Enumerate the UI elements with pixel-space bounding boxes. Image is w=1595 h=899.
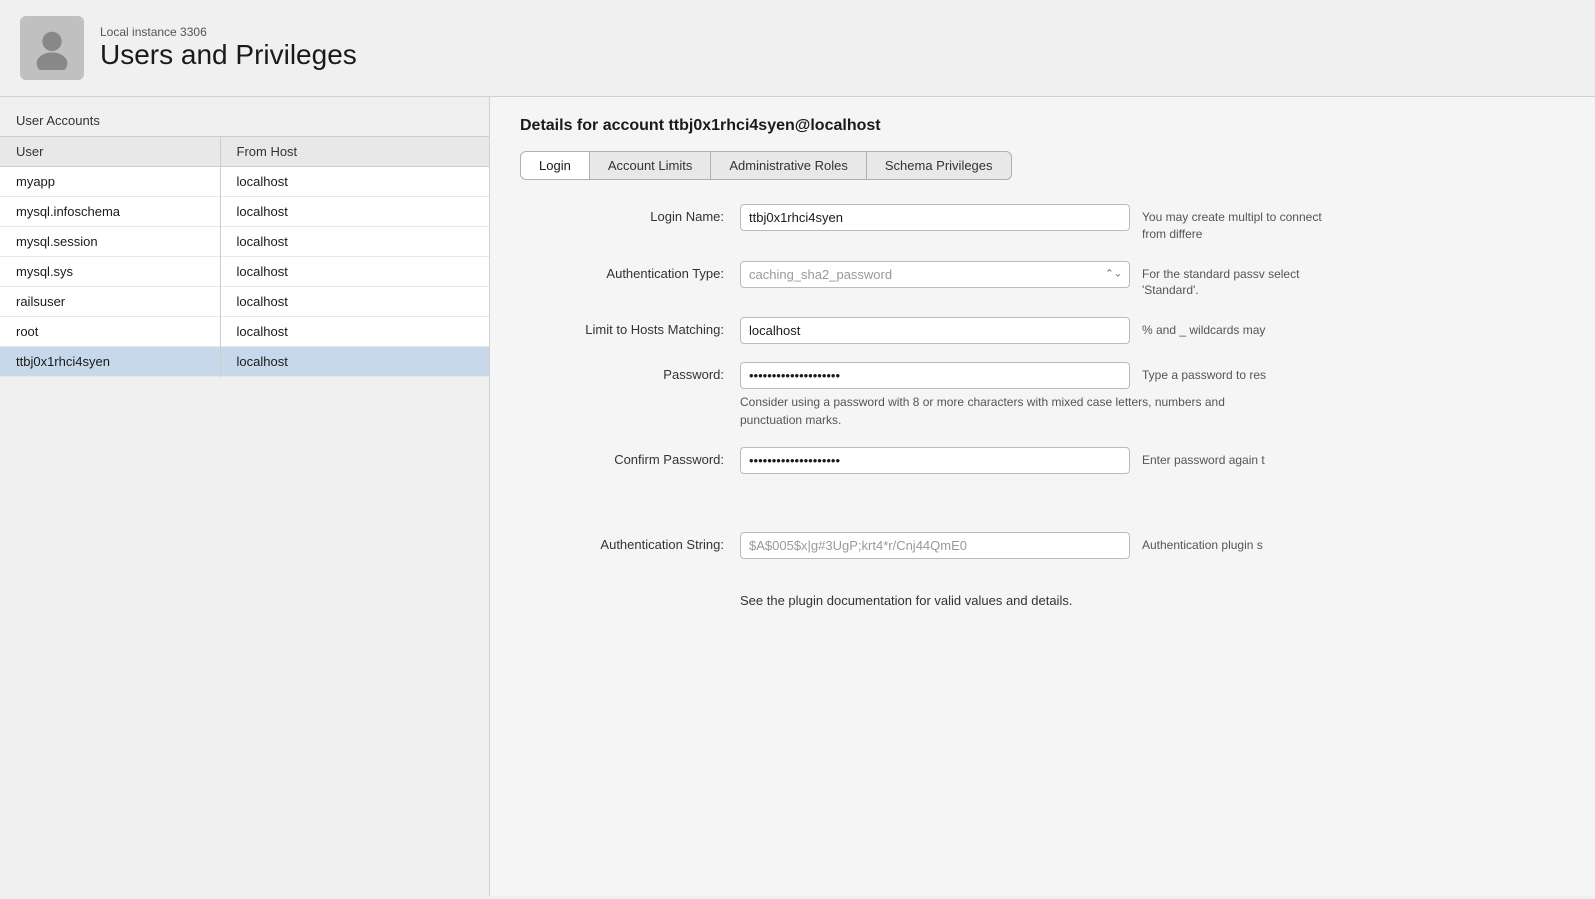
host-cell: localhost bbox=[220, 257, 489, 287]
instance-label: Local instance 3306 bbox=[100, 25, 357, 39]
user-cell: myapp bbox=[0, 167, 220, 197]
limit-hosts-label: Limit to Hosts Matching: bbox=[520, 317, 740, 337]
table-row[interactable]: myapplocalhost bbox=[0, 167, 489, 197]
user-accounts-label: User Accounts bbox=[0, 109, 489, 136]
user-accounts-table: User From Host myapplocalhostmysql.infos… bbox=[0, 136, 489, 377]
user-cell: railsuser bbox=[0, 287, 220, 317]
host-cell: localhost bbox=[220, 197, 489, 227]
auth-type-select[interactable]: caching_sha2_password bbox=[740, 261, 1130, 288]
password-hint: Type a password to res bbox=[1130, 362, 1266, 384]
column-header-user: User bbox=[0, 137, 220, 167]
user-cell: mysql.infoschema bbox=[0, 197, 220, 227]
auth-type-hint: For the standard passv select 'Standard'… bbox=[1130, 261, 1330, 300]
avatar bbox=[20, 16, 84, 80]
login-name-input[interactable] bbox=[740, 204, 1130, 231]
confirm-password-hint: Enter password again t bbox=[1130, 447, 1265, 469]
table-row[interactable]: rootlocalhost bbox=[0, 317, 489, 347]
user-cell: root bbox=[0, 317, 220, 347]
table-row[interactable]: mysql.infoschemalocalhost bbox=[0, 197, 489, 227]
auth-string-hint: Authentication plugin s bbox=[1130, 532, 1263, 554]
auth-type-select-wrapper: caching_sha2_password ⌃⌄ bbox=[740, 261, 1130, 288]
auth-type-label: Authentication Type: bbox=[520, 261, 740, 281]
host-cell: localhost bbox=[220, 167, 489, 197]
password-row: Password: Type a password to res Conside… bbox=[520, 362, 1565, 429]
left-panel: User Accounts User From Host myapplocalh… bbox=[0, 97, 490, 896]
tab-bar: Login Account Limits Administrative Role… bbox=[520, 151, 1565, 180]
host-cell: localhost bbox=[220, 347, 489, 377]
auth-type-control: caching_sha2_password ⌃⌄ For the standar… bbox=[740, 261, 1565, 300]
password-input[interactable] bbox=[740, 362, 1130, 389]
login-name-label: Login Name: bbox=[520, 204, 740, 224]
user-cell: ttbj0x1rhci4syen bbox=[0, 347, 220, 377]
password-label: Password: bbox=[520, 362, 740, 382]
host-cell: localhost bbox=[220, 227, 489, 257]
host-cell: localhost bbox=[220, 287, 489, 317]
tab-login[interactable]: Login bbox=[520, 151, 590, 180]
limit-hosts-control: % and _ wildcards may bbox=[740, 317, 1565, 344]
password-subhint: Consider using a password with 8 or more… bbox=[740, 393, 1240, 429]
column-header-host: From Host bbox=[220, 137, 489, 167]
limit-hosts-row: Limit to Hosts Matching: % and _ wildcar… bbox=[520, 317, 1565, 344]
auth-string-row: Authentication String: Authentication pl… bbox=[520, 532, 1565, 559]
auth-type-row: Authentication Type: caching_sha2_passwo… bbox=[520, 261, 1565, 300]
tab-administrative-roles[interactable]: Administrative Roles bbox=[710, 151, 867, 180]
header-text: Local instance 3306 Users and Privileges bbox=[100, 25, 357, 71]
confirm-password-row: Confirm Password: Enter password again t bbox=[520, 447, 1565, 474]
table-row[interactable]: mysql.sessionlocalhost bbox=[0, 227, 489, 257]
login-name-hint: You may create multipl to connect from d… bbox=[1130, 204, 1330, 243]
details-title: Details for account ttbj0x1rhci4syen@loc… bbox=[520, 117, 1565, 135]
login-name-row: Login Name: You may create multipl to co… bbox=[520, 204, 1565, 243]
user-cell: mysql.session bbox=[0, 227, 220, 257]
right-panel: Details for account ttbj0x1rhci4syen@loc… bbox=[490, 97, 1595, 896]
auth-string-input[interactable] bbox=[740, 532, 1130, 559]
table-row[interactable]: railsuserlocalhost bbox=[0, 287, 489, 317]
login-form: Login Name: You may create multipl to co… bbox=[520, 204, 1565, 608]
bottom-hint: See the plugin documentation for valid v… bbox=[740, 593, 1565, 608]
user-avatar-icon bbox=[30, 26, 74, 70]
auth-string-label: Authentication String: bbox=[520, 532, 740, 552]
tab-account-limits[interactable]: Account Limits bbox=[589, 151, 712, 180]
main-layout: User Accounts User From Host myapplocalh… bbox=[0, 97, 1595, 896]
tab-schema-privileges[interactable]: Schema Privileges bbox=[866, 151, 1012, 180]
limit-hosts-input[interactable] bbox=[740, 317, 1130, 344]
page-title: Users and Privileges bbox=[100, 39, 357, 71]
host-cell: localhost bbox=[220, 317, 489, 347]
login-name-control: You may create multipl to connect from d… bbox=[740, 204, 1565, 243]
auth-string-control: Authentication plugin s bbox=[740, 532, 1565, 559]
table-header-row: User From Host bbox=[0, 137, 489, 167]
header: Local instance 3306 Users and Privileges bbox=[0, 0, 1595, 97]
password-control: Type a password to res Consider using a … bbox=[740, 362, 1565, 429]
limit-hosts-hint: % and _ wildcards may bbox=[1130, 317, 1265, 339]
table-row[interactable]: mysql.syslocalhost bbox=[0, 257, 489, 287]
confirm-password-control: Enter password again t bbox=[740, 447, 1565, 474]
user-cell: mysql.sys bbox=[0, 257, 220, 287]
confirm-password-input[interactable] bbox=[740, 447, 1130, 474]
confirm-password-label: Confirm Password: bbox=[520, 447, 740, 467]
table-row[interactable]: ttbj0x1rhci4syenlocalhost bbox=[0, 347, 489, 377]
